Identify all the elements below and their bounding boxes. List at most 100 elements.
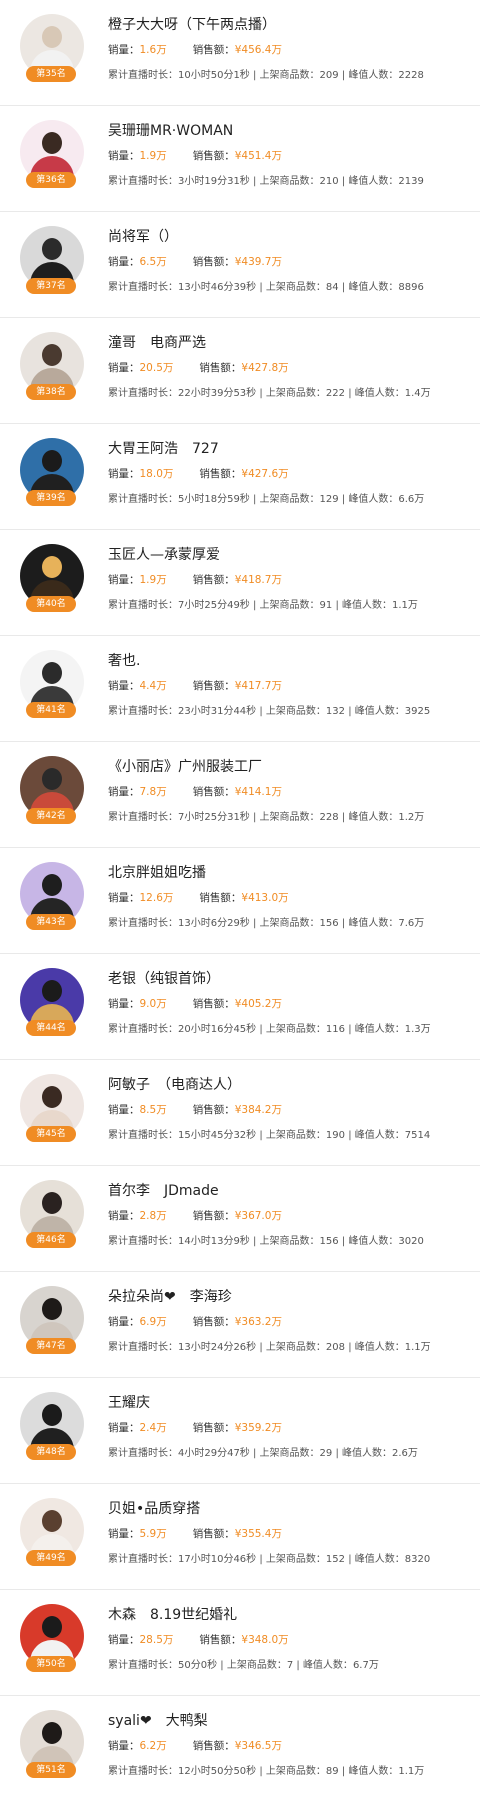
rank-badge: 第37名: [26, 278, 76, 294]
ranking-list: 第35名 橙子大大呀（下午两点播） 销量：1.6万 销售额：¥456.4万 累计直播时长…: [0, 0, 480, 1802]
list-item[interactable]: 第46名 首尔李 JDmade 销量：2.8万 销售额：¥367.0万 累计直播时长：1…: [0, 1166, 480, 1272]
peak-label: 峰值人数：: [348, 812, 399, 823]
streamer-name[interactable]: 大胃王阿浩 727: [108, 438, 219, 458]
separator: |: [249, 70, 260, 81]
revenue-label: 销售额：: [192, 680, 235, 692]
sales-value: 6.2万: [139, 1740, 167, 1752]
products-label: 上架商品数：: [259, 812, 320, 823]
streamer-name[interactable]: 奢也.: [108, 650, 140, 670]
streamer-name[interactable]: 木森 8.19世纪婚礼: [108, 1604, 237, 1624]
live-meta: 累计直播时长：22小时39分53秒 | 上架商品数：222 | 峰值人数：1.4…: [108, 384, 431, 399]
separator: |: [338, 812, 349, 823]
rank-badge: 第44名: [26, 1020, 76, 1036]
live-meta: 累计直播时长：17小时10分46秒 | 上架商品数：152 | 峰值人数：832…: [108, 1550, 430, 1565]
duration-value: 7小时25分49秒: [178, 600, 250, 611]
sales-value: 1.9万: [139, 150, 167, 162]
duration-label: 累计直播时长：: [108, 282, 178, 293]
list-item[interactable]: 第39名 大胃王阿浩 727 销量：18.0万 销售额：¥427.6万 累计直播时长：5…: [0, 424, 480, 530]
revenue-label: 销售额：: [192, 998, 235, 1010]
separator: |: [249, 918, 260, 929]
duration-value: 5小时18分59秒: [178, 494, 250, 505]
live-meta: 累计直播时长：50分0秒 | 上架商品数：7 | 峰值人数：6.7万: [108, 1656, 379, 1671]
list-item[interactable]: 第50名 木森 8.19世纪婚礼 销量：28.5万 销售额：¥348.0万 累计直播时长…: [0, 1590, 480, 1696]
duration-label: 累计直播时长：: [108, 918, 178, 929]
rank-badge: 第41名: [26, 702, 76, 718]
streamer-name[interactable]: 玉匠人—承蒙厚爱: [108, 544, 220, 564]
avatar-person-head: [42, 238, 62, 260]
revenue-value: ¥439.7万: [234, 256, 282, 268]
streamer-name[interactable]: 老银（纯银首饰）: [108, 968, 220, 988]
sales-value: 8.5万: [139, 1104, 167, 1116]
streamer-name[interactable]: 《小丽店》广州服装工厂: [108, 756, 262, 776]
revenue-value: ¥363.2万: [234, 1316, 282, 1328]
list-item[interactable]: 第43名 北京胖姐姐吃播 销量：12.6万 销售额：¥413.0万 累计直播时长：13小…: [0, 848, 480, 954]
streamer-name[interactable]: 贝姐•品质穿搭: [108, 1498, 200, 1518]
live-meta: 累计直播时长：12小时50分50秒 | 上架商品数：89 | 峰值人数：1.1万: [108, 1762, 424, 1777]
sales-stats: 销量：20.5万 销售额：¥427.8万: [108, 360, 289, 375]
separator: |: [338, 918, 349, 929]
revenue-label: 销售额：: [199, 468, 242, 480]
list-item[interactable]: 第47名 朵拉朵尚❤ 李海珍 销量：6.9万 销售额：¥363.2万 累计直播时长：13…: [0, 1272, 480, 1378]
avatar-person-head: [42, 1510, 62, 1532]
list-item[interactable]: 第35名 橙子大大呀（下午两点播） 销量：1.6万 销售额：¥456.4万 累计直播时长…: [0, 0, 480, 106]
separator: |: [256, 1554, 266, 1565]
sales-value: 2.4万: [139, 1422, 167, 1434]
sales-stats: 销量：2.8万 销售额：¥367.0万: [108, 1208, 282, 1223]
sales-stats: 销量：6.9万 销售额：¥363.2万: [108, 1314, 282, 1329]
streamer-name[interactable]: 首尔李 JDmade: [108, 1180, 219, 1200]
list-item[interactable]: 第41名 奢也. 销量：4.4万 销售额：¥417.7万 累计直播时长：23小时31分4…: [0, 636, 480, 742]
list-item[interactable]: 第37名 尚将军（） 销量：6.5万 销售额：¥439.7万 累计直播时长：13小时46…: [0, 212, 480, 318]
list-item[interactable]: 第44名 老银（纯银首饰） 销量：9.0万 销售额：¥405.2万 累计直播时长：20小…: [0, 954, 480, 1060]
list-item[interactable]: 第48名 王耀庆 销量：2.4万 销售额：¥359.2万 累计直播时长：4小时29分47…: [0, 1378, 480, 1484]
streamer-name[interactable]: 吴珊珊MR·WOMAN: [108, 120, 233, 140]
sales-label: 销量：: [108, 150, 140, 162]
separator: |: [249, 1448, 260, 1459]
list-item[interactable]: 第36名 吴珊珊MR·WOMAN 销量：1.9万 销售额：¥451.4万 累计直播时长：…: [0, 106, 480, 212]
list-item[interactable]: 第45名 阿敏子 （电商达人） 销量：8.5万 销售额：¥384.2万 累计直播时长：1…: [0, 1060, 480, 1166]
list-item[interactable]: 第38名 潼哥 电商严选 销量：20.5万 销售额：¥427.8万 累计直播时长：22小…: [0, 318, 480, 424]
live-meta: 累计直播时长：4小时29分47秒 | 上架商品数：29 | 峰值人数：2.6万: [108, 1444, 418, 1459]
products-value: 210: [319, 176, 339, 187]
streamer-name[interactable]: 尚将军（）: [108, 226, 178, 246]
peak-value: 3020: [398, 1236, 424, 1247]
revenue-label: 销售额：: [192, 574, 235, 586]
avatar-person-head: [42, 1722, 62, 1744]
sales-value: 6.5万: [139, 256, 167, 268]
streamer-name[interactable]: 潼哥 电商严选: [108, 332, 206, 352]
streamer-name[interactable]: 橙子大大呀（下午两点播）: [108, 14, 276, 34]
revenue-label: 销售额：: [192, 1422, 235, 1434]
peak-value: 7514: [404, 1130, 431, 1141]
products-label: 上架商品数：: [259, 918, 320, 929]
revenue-value: ¥355.4万: [234, 1528, 282, 1540]
list-item[interactable]: 第40名 玉匠人—承蒙厚爱 销量：1.9万 销售额：¥418.7万 累计直播时长：7小时…: [0, 530, 480, 636]
live-meta: 累计直播时长：13小时24分26秒 | 上架商品数：208 | 峰值人数：1.1…: [108, 1338, 431, 1353]
sales-stats: 销量：8.5万 销售额：¥384.2万: [108, 1102, 282, 1117]
list-item[interactable]: 第42名 《小丽店》广州服装工厂 销量：7.8万 销售额：¥414.1万 累计直播时长：…: [0, 742, 480, 848]
list-item[interactable]: 第49名 贝姐•品质穿搭 销量：5.9万 销售额：¥355.4万 累计直播时长：17小时…: [0, 1484, 480, 1590]
duration-value: 23小时31分44秒: [178, 706, 257, 717]
rank-badge: 第50名: [26, 1656, 76, 1672]
streamer-name[interactable]: 王耀庆: [108, 1392, 150, 1412]
streamer-name[interactable]: 北京胖姐姐吃播: [108, 862, 206, 882]
peak-label: 峰值人数：: [348, 176, 399, 187]
products-label: 上架商品数：: [265, 1130, 326, 1141]
products-value: 190: [325, 1130, 346, 1141]
live-meta: 累计直播时长：14小时13分9秒 | 上架商品数：156 | 峰值人数：3020: [108, 1232, 424, 1247]
separator: |: [345, 1554, 355, 1565]
list-item[interactable]: 第51名 syali❤ 大鸭梨 销量：6.2万 销售额：¥346.5万 累计直播时长：1…: [0, 1696, 480, 1802]
revenue-value: ¥367.0万: [234, 1210, 282, 1222]
duration-value: 17小时10分46秒: [178, 1554, 257, 1565]
streamer-name[interactable]: 朵拉朵尚❤ 李海珍: [108, 1286, 232, 1306]
avatar-person-head: [42, 344, 62, 366]
duration-label: 累计直播时长：: [108, 1130, 178, 1141]
avatar-person-head: [42, 26, 62, 48]
streamer-name[interactable]: syali❤ 大鸭梨: [108, 1710, 208, 1730]
peak-label: 峰值人数：: [354, 388, 405, 399]
rank-badge: 第49名: [26, 1550, 76, 1566]
separator: |: [217, 1660, 227, 1671]
revenue-value: ¥384.2万: [234, 1104, 282, 1116]
duration-value: 7小时25分31秒: [178, 812, 250, 823]
sales-label: 销量：: [108, 362, 140, 374]
streamer-name[interactable]: 阿敏子 （电商达人）: [108, 1074, 241, 1094]
separator: |: [332, 600, 343, 611]
